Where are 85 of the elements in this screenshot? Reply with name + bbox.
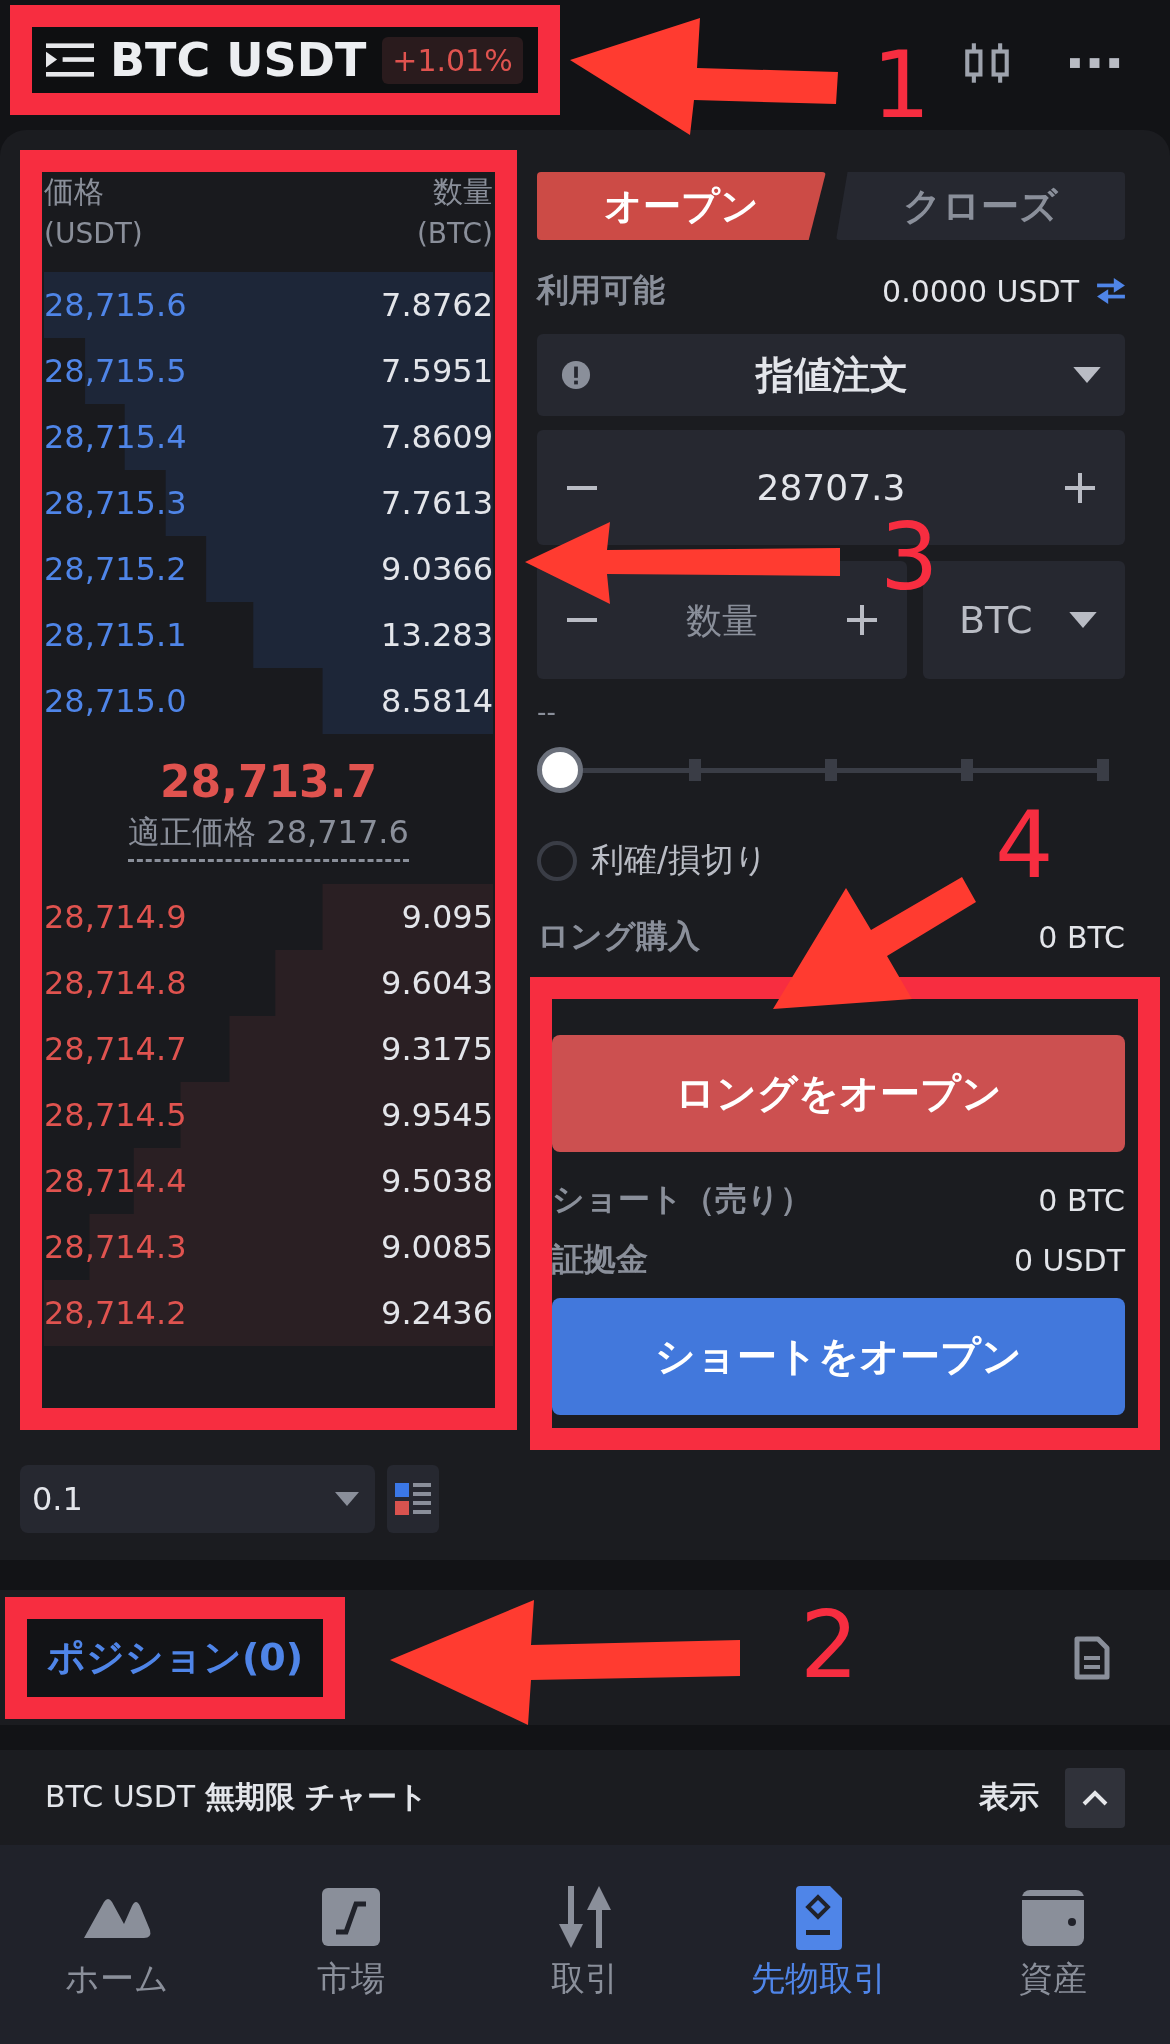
tab[interactable]: オープン [537,172,826,240]
more-icon[interactable] [1070,57,1120,69]
checkbox[interactable] [537,840,577,881]
expand-button[interactable] [1065,1767,1125,1828]
nav-item[interactable]: ホーム [0,1881,234,2011]
bid-quantity: 9.6043 [381,964,493,1002]
tab[interactable]: クローズ [836,172,1125,240]
bid-quantity: 9.5038 [381,1162,493,1200]
precision-dropdown[interactable]: 0.1 [20,1465,375,1533]
margin-amount: 0 USDT [1013,1242,1125,1278]
caret-icon [1069,612,1097,628]
amount-note: -- [537,697,556,727]
available-label: 利用可能 [537,270,665,311]
slider-tick [1097,759,1109,781]
open-long-button[interactable]: ロングをオープン [552,1035,1125,1152]
caret-icon [335,1492,359,1506]
slider-tick [961,759,973,781]
ask-quantity: 7.7613 [381,484,493,522]
annotation-number: 1 [872,40,931,132]
short-amount: 0 BTC [1038,1182,1125,1218]
annotation-number: 4 [995,800,1054,892]
ask-price[interactable]: 28,715.5 [44,352,187,390]
slider-tick [689,759,701,781]
chart-title: BTC USDT 無期限 チャート [45,1778,429,1816]
quantity-input[interactable]: 数量 [597,598,847,642]
ask-price[interactable]: 28,715.6 [44,286,187,324]
chevron-up-icon [1081,1788,1109,1807]
show-label: 表示 [979,1778,1039,1816]
tab[interactable]: ポジション(0) [41,1631,310,1684]
bid-quantity: 9.0085 [381,1228,493,1266]
nav-item[interactable]: 先物取引 [702,1881,936,2011]
bid-price[interactable]: 28,714.3 [44,1228,187,1266]
long-amount: 0 BTC [1038,919,1125,955]
plus-icon[interactable] [847,605,877,635]
last-price: 28,713.7 [159,756,378,807]
nav-item[interactable]: 資産 [936,1881,1170,2011]
ask-quantity: 9.0366 [381,550,493,588]
nav-item[interactable]: 取引 [468,1881,702,2011]
slider-thumb[interactable] [537,747,583,793]
column-header: 価格 [44,173,105,211]
layout-button[interactable] [387,1465,439,1533]
menu-icon[interactable] [46,41,94,79]
ask-price[interactable]: 28,715.1 [44,616,187,654]
ask-quantity: 8.5814 [381,682,493,720]
margin-label: 証拠金 [552,1239,648,1280]
bid-price[interactable]: 28,714.5 [44,1096,187,1134]
available-balance: 0.0000 USDT [882,273,1079,309]
ask-price[interactable]: 28,715.3 [44,484,187,522]
column-unit: (BTC) [416,217,493,250]
bid-price[interactable]: 28,714.9 [44,898,187,936]
nav-item[interactable]: 市場 [234,1881,468,2011]
price-change: +1.01% [382,36,523,84]
short-label: ショート（売り） [552,1179,812,1220]
annotation-number: 2 [800,1600,859,1692]
swap-icon[interactable] [1097,278,1125,304]
bid-price[interactable]: 28,714.4 [44,1162,187,1200]
slider-tick [825,759,837,781]
bid-quantity: 9.2436 [381,1294,493,1332]
open-short-button[interactable]: ショートをオープン [552,1298,1125,1415]
plus-icon[interactable] [1065,472,1095,503]
price-input[interactable]: 28707.3 [597,466,1065,509]
document-icon[interactable] [1074,1634,1110,1681]
bid-price[interactable]: 28,714.2 [44,1294,187,1332]
bid-quantity: 9.9545 [381,1096,493,1134]
ask-quantity: 7.5951 [381,352,493,390]
caret-icon [1073,367,1101,383]
alert-icon [561,360,591,390]
candlestick-icon[interactable] [964,41,1010,85]
ask-quantity: 13.283 [381,616,493,654]
ask-price[interactable]: 28,715.4 [44,418,187,456]
bid-price[interactable]: 28,714.8 [44,964,187,1002]
ask-price[interactable]: 28,715.0 [44,682,187,720]
column-unit: (USDT) [44,217,143,250]
pair-title[interactable]: BTC USDT [110,33,367,87]
fair-price[interactable]: 適正価格 28,717.6 [128,811,409,862]
bid-price[interactable]: 28,714.7 [44,1030,187,1068]
ask-price[interactable]: 28,715.2 [44,550,187,588]
bid-quantity: 9.095 [401,898,493,936]
order-type-dropdown[interactable]: 指値注文 [537,334,1125,416]
ask-quantity: 7.8609 [381,418,493,456]
long-label: ロング購入 [537,916,700,957]
checkbox-label[interactable]: 利確/損切り [591,838,769,883]
column-header: 数量 [433,173,493,211]
bid-quantity: 9.3175 [381,1030,493,1068]
ask-quantity: 7.8762 [381,286,493,324]
